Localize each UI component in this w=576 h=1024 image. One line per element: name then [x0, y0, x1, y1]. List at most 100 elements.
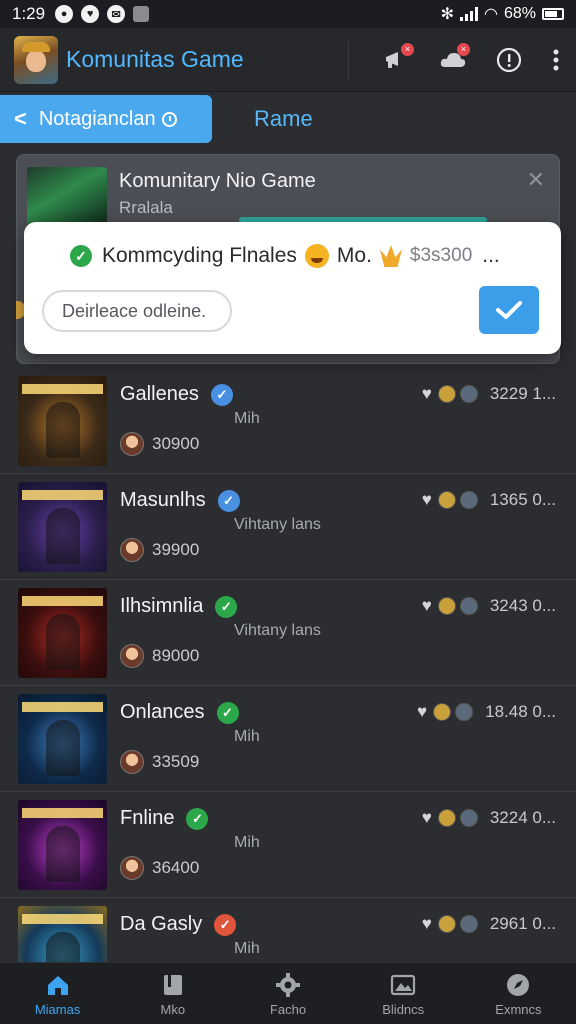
notification-icon: ♥ [81, 5, 100, 23]
list-item[interactable]: Masunlhs ✓ Vihtany lans 39900 ♥ 1365 0..… [0, 474, 576, 580]
tab-notagianclan[interactable]: < Notagianclan [0, 95, 212, 143]
nav-item-exmncs[interactable]: Exmncs [461, 963, 576, 1024]
info-icon[interactable] [494, 45, 524, 75]
confirm-dialog: ✓ Kommcyding Flnales Mo. $3s300 ... [24, 222, 561, 354]
thumbnail-figure [46, 614, 80, 670]
item-name-row: Masunlhs ✓ [120, 489, 240, 512]
app-title: Komunitas Game [66, 46, 244, 72]
dialog-ellipsis: ... [482, 244, 500, 267]
avatar [459, 597, 478, 615]
dialog-message: Kommcyding Flnales [102, 244, 297, 267]
item-subtitle: Mih [234, 410, 260, 427]
tab-label: Notagianclan [38, 107, 156, 130]
item-name-row: Gallenes ✓ [120, 383, 233, 406]
thumbnail-banner [22, 596, 103, 606]
back-chevron-icon[interactable]: < [14, 106, 27, 132]
list-item[interactable]: Fnline ✓ Mih 36400 ♥ 3224 0... [0, 792, 576, 898]
status-time: 1:29 [12, 4, 46, 23]
avatar [120, 538, 144, 562]
heart-icon[interactable]: ♥ [422, 914, 432, 934]
app-bar-divider [348, 42, 349, 80]
megaphone-icon[interactable]: × [382, 42, 414, 75]
item-stat-value: 1365 0... [489, 490, 556, 509]
nav-item-mko[interactable]: Mko [115, 963, 230, 1024]
heart-icon[interactable]: ♥ [422, 490, 432, 510]
avatar [120, 856, 144, 880]
book-icon [159, 971, 187, 999]
heart-icon[interactable]: ♥ [422, 596, 432, 616]
dialog-input[interactable] [42, 290, 232, 332]
nav-item-blidncs[interactable]: Blidncs [346, 963, 461, 1024]
bottom-nav: Miamas Mko Facho Blidncs Exmncs [0, 962, 576, 1024]
item-stat-value: 18.48 0... [485, 702, 556, 721]
item-count: 33509 [152, 752, 200, 771]
game-thumbnail [18, 588, 107, 678]
app-bar: Komunitas Game × × [0, 28, 576, 92]
item-name: Da Gasly [120, 913, 203, 935]
nav-label: Miamas [34, 1001, 81, 1017]
nav-item-miamas[interactable]: Miamas [0, 963, 115, 1024]
avatar [120, 750, 144, 774]
more-vert-icon[interactable] [550, 45, 562, 75]
item-stats: ♥ 3229 1... [422, 384, 556, 404]
avatar [455, 703, 474, 721]
heart-icon[interactable]: ♥ [422, 808, 432, 828]
group-subtitle: Rralala [119, 198, 173, 217]
avatar [437, 491, 456, 509]
confirm-button[interactable] [479, 286, 539, 334]
item-stat-value: 3229 1... [489, 384, 556, 403]
gear-icon [274, 971, 302, 999]
avatar [459, 809, 478, 827]
avatar [459, 915, 478, 933]
avatar [437, 385, 456, 403]
thumbnail-figure [46, 402, 80, 458]
item-member-count: 89000 [120, 644, 199, 668]
list-item[interactable]: Onlances ✓ Mih 33509 ♥ 18.48 0... [0, 686, 576, 792]
thumbnail-banner [22, 914, 103, 924]
cloud-icon[interactable]: × [438, 42, 470, 75]
thumbnail-figure [46, 508, 80, 564]
item-member-count: 39900 [120, 538, 199, 562]
check-circle-icon: ✓ [70, 245, 92, 267]
heart-icon[interactable]: ♥ [422, 384, 432, 404]
item-name: Gallenes [120, 383, 199, 405]
tab-rame[interactable]: Rame [254, 106, 313, 132]
item-count: 30900 [152, 434, 200, 453]
game-thumbnail [18, 482, 107, 572]
avatar [433, 703, 452, 721]
avatar [437, 809, 456, 827]
verified-badge-icon: ✓ [215, 595, 238, 618]
status-bar: 1:29 ● ♥ ✉ ✻ ◠ 68% [0, 0, 576, 28]
item-name: Ilhsimnlia [120, 595, 204, 617]
list-item[interactable]: Ilhsimnlia ✓ Vihtany lans 89000 ♥ 3243 0… [0, 580, 576, 686]
home-icon [44, 971, 72, 999]
check-icon [496, 301, 522, 319]
item-name-row: Onlances ✓ [120, 701, 239, 724]
item-member-count: 30900 [120, 432, 199, 456]
notification-icon: ✉ [107, 5, 126, 23]
community-list: Gallenes ✓ Mih 30900 ♥ 3229 1... Masunlh… [0, 368, 576, 1004]
nav-item-facho[interactable]: Facho [230, 963, 345, 1024]
thumbnail-banner [22, 490, 103, 500]
heart-icon[interactable]: ♥ [417, 702, 427, 722]
thumbnail-figure [46, 720, 80, 776]
avatar [120, 644, 144, 668]
item-count: 89000 [152, 646, 200, 665]
battery-icon [542, 8, 564, 20]
close-icon[interactable]: ✕ [527, 167, 545, 193]
status-right: ✻ ◠ 68% [441, 4, 564, 24]
item-stats: ♥ 1365 0... [422, 490, 556, 510]
game-thumbnail [18, 376, 107, 466]
notification-badge: × [457, 42, 470, 56]
app-logo[interactable] [14, 35, 58, 84]
signal-icon [460, 7, 478, 21]
thumbnail-banner [22, 808, 103, 818]
item-subtitle: Mih [234, 940, 260, 957]
avatar [437, 915, 456, 933]
item-count: 36400 [152, 858, 200, 877]
item-subtitle: Mih [234, 728, 260, 745]
list-item[interactable]: Gallenes ✓ Mih 30900 ♥ 3229 1... [0, 368, 576, 474]
crown-emoji-icon [379, 245, 402, 267]
item-count: 39900 [152, 540, 200, 559]
verified-badge-icon: ✓ [217, 489, 240, 512]
